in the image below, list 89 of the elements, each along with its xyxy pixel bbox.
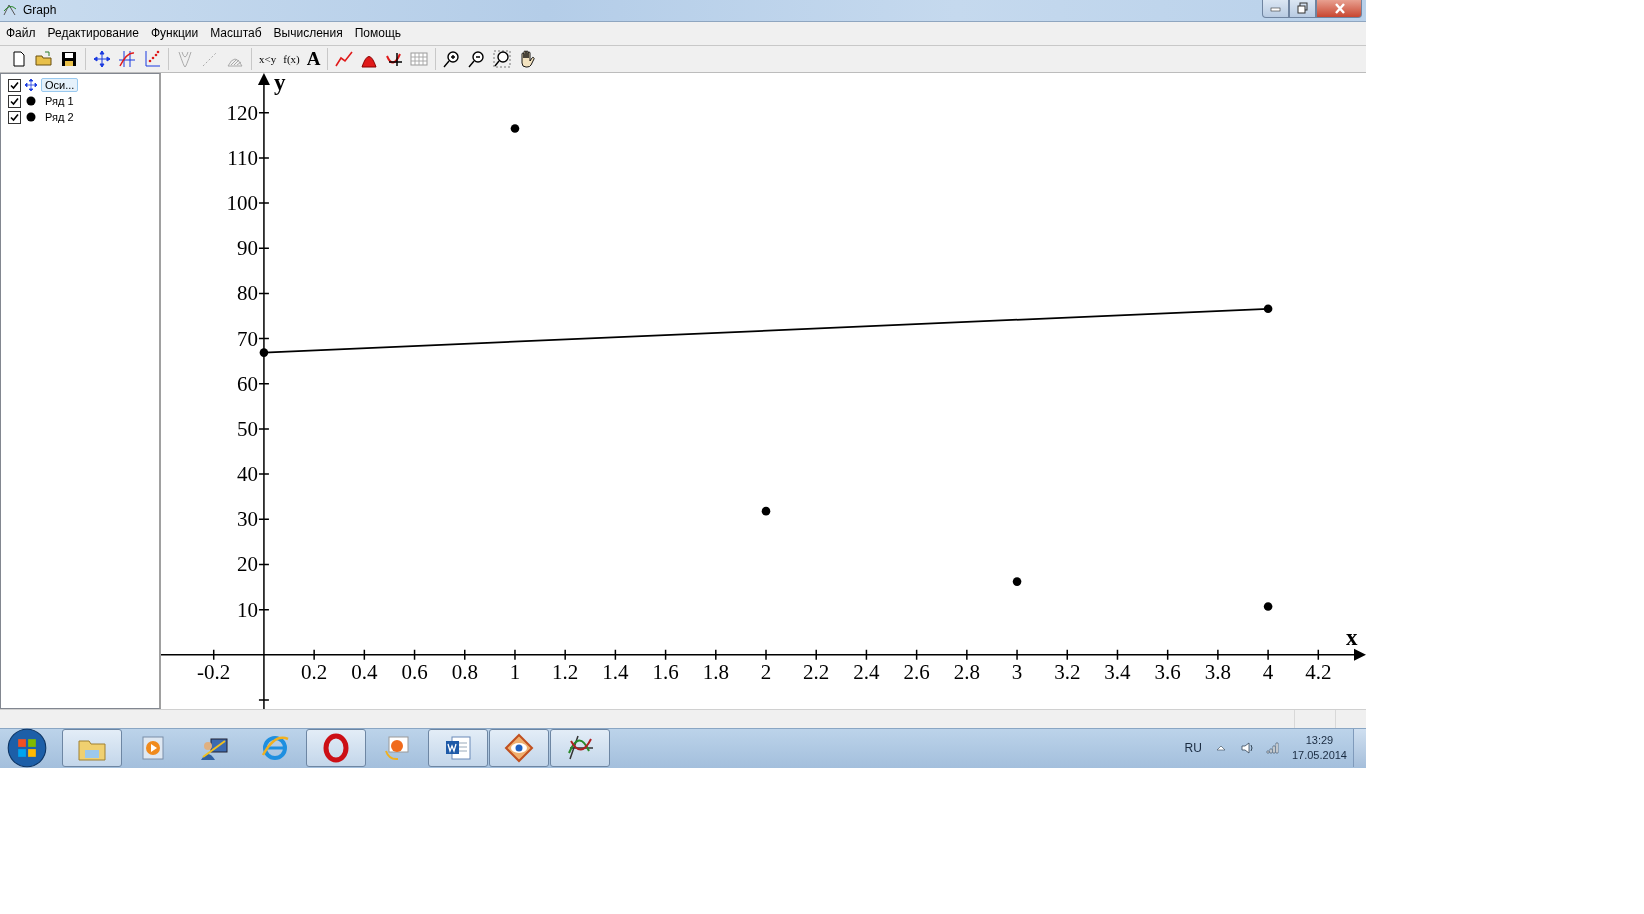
minimize-button[interactable] [1262,0,1289,18]
tick-label: 90 [236,236,258,261]
close-button[interactable] [1316,0,1362,18]
crosshair-icon[interactable] [93,50,111,69]
menu-item[interactable]: Вычисления [267,26,349,41]
tick-label: 2.6 [903,660,930,685]
tick-label: 4 [1262,660,1274,685]
window-title: Graph [23,3,58,18]
tick-label: 20 [236,552,258,577]
tick-label: 1.8 [702,660,729,685]
crossed-lines-icon[interactable] [118,50,136,69]
tree-item-label[interactable]: Ряд 2 [41,110,78,125]
tree-item-label[interactable]: Оси... [41,78,79,93]
tangent-curve-icon[interactable] [385,50,404,69]
scatter-axes-icon[interactable] [143,50,161,69]
language-indicator[interactable]: RU [1184,741,1202,756]
tick-label: 0.4 [351,660,378,685]
taskbar-button[interactable] [62,729,122,768]
tick-label: 60 [236,372,258,397]
hand-icon[interactable] [518,50,537,69]
clock-date[interactable]: 17.05.2014 [1291,748,1347,764]
data-point [1012,577,1022,587]
tick-label: 120 [226,101,258,126]
signal-bars-icon[interactable] [1265,741,1280,756]
document-icon[interactable] [10,50,28,69]
eye-diamond-icon [504,733,534,764]
tick-label: -0.2 [197,660,231,685]
zoom-out-icon[interactable] [468,50,487,69]
menu-item[interactable]: Файл [0,26,42,41]
taskbar-button[interactable] [428,729,488,768]
checkbox[interactable] [8,110,21,124]
close-icon [1332,2,1346,15]
menu-item[interactable]: Масштаб [204,26,268,41]
axes-icon [24,78,38,93]
tick-label: 3 [1011,660,1023,685]
tree-item-label[interactable]: Ряд 1 [41,94,78,109]
tick-label: 4.2 [1305,660,1332,685]
tick-label: 40 [236,462,258,487]
tick-label: 3.2 [1054,660,1081,685]
graph-app-icon [3,3,17,18]
tick-label: 1.4 [602,660,629,685]
data-point [1263,602,1273,612]
ring-icon [321,733,351,764]
taskbar-button[interactable] [550,729,610,768]
speaker-icon[interactable] [1239,741,1254,756]
tick-label: 1 [509,660,521,685]
tick-label: 3.8 [1204,660,1231,685]
data-point [510,124,520,134]
tick-label: 50 [236,417,258,442]
data-point [1263,304,1273,314]
tick-label: 1.6 [652,660,679,685]
tick-label: 10 [236,597,258,622]
restore-button[interactable] [1289,0,1316,18]
tick-label: 3.4 [1104,660,1131,685]
toolbar-button[interactable]: A [304,48,323,71]
tick-label: 110 [227,146,258,171]
zoom-in-icon[interactable] [443,50,462,69]
tick-label: 100 [226,191,258,216]
tick-label: 2 [760,660,772,685]
data-point [259,348,269,358]
checkbox[interactable] [8,78,21,92]
toolbar-button[interactable]: x<y [257,48,279,71]
curve-icon[interactable] [335,50,354,69]
tick-label: 70 [236,326,258,351]
tick-label: 2.4 [853,660,880,685]
tick-label: 1.2 [552,660,579,685]
data-point [761,507,771,516]
tick-label: 0.6 [401,660,428,685]
zoom-box-icon[interactable] [493,50,512,69]
tick-label: 2.8 [953,660,980,685]
restore-icon [1296,2,1309,15]
taskbar-button[interactable] [306,729,366,768]
tick-label: 30 [236,507,258,532]
toolbar-button[interactable]: f(x) [281,48,302,71]
menu-item[interactable]: Функции [144,26,205,41]
tick-label: 0.2 [301,660,328,685]
menu-item[interactable]: Редактирование [41,26,145,41]
checkbox[interactable] [8,94,21,108]
taskbar-button[interactable] [489,729,549,768]
tick-label: 3.6 [1154,660,1181,685]
clock-time[interactable]: 13:29 [1305,733,1334,749]
menu-item[interactable]: Помощь [348,26,407,41]
tick-label: 80 [236,281,258,306]
tick-label: 0.8 [451,660,478,685]
tick-label: 2.2 [803,660,830,685]
axis-label: x [1346,625,1358,651]
axis-label: y [273,73,286,96]
folder-icon[interactable] [35,50,53,69]
start-button[interactable] [6,727,48,770]
